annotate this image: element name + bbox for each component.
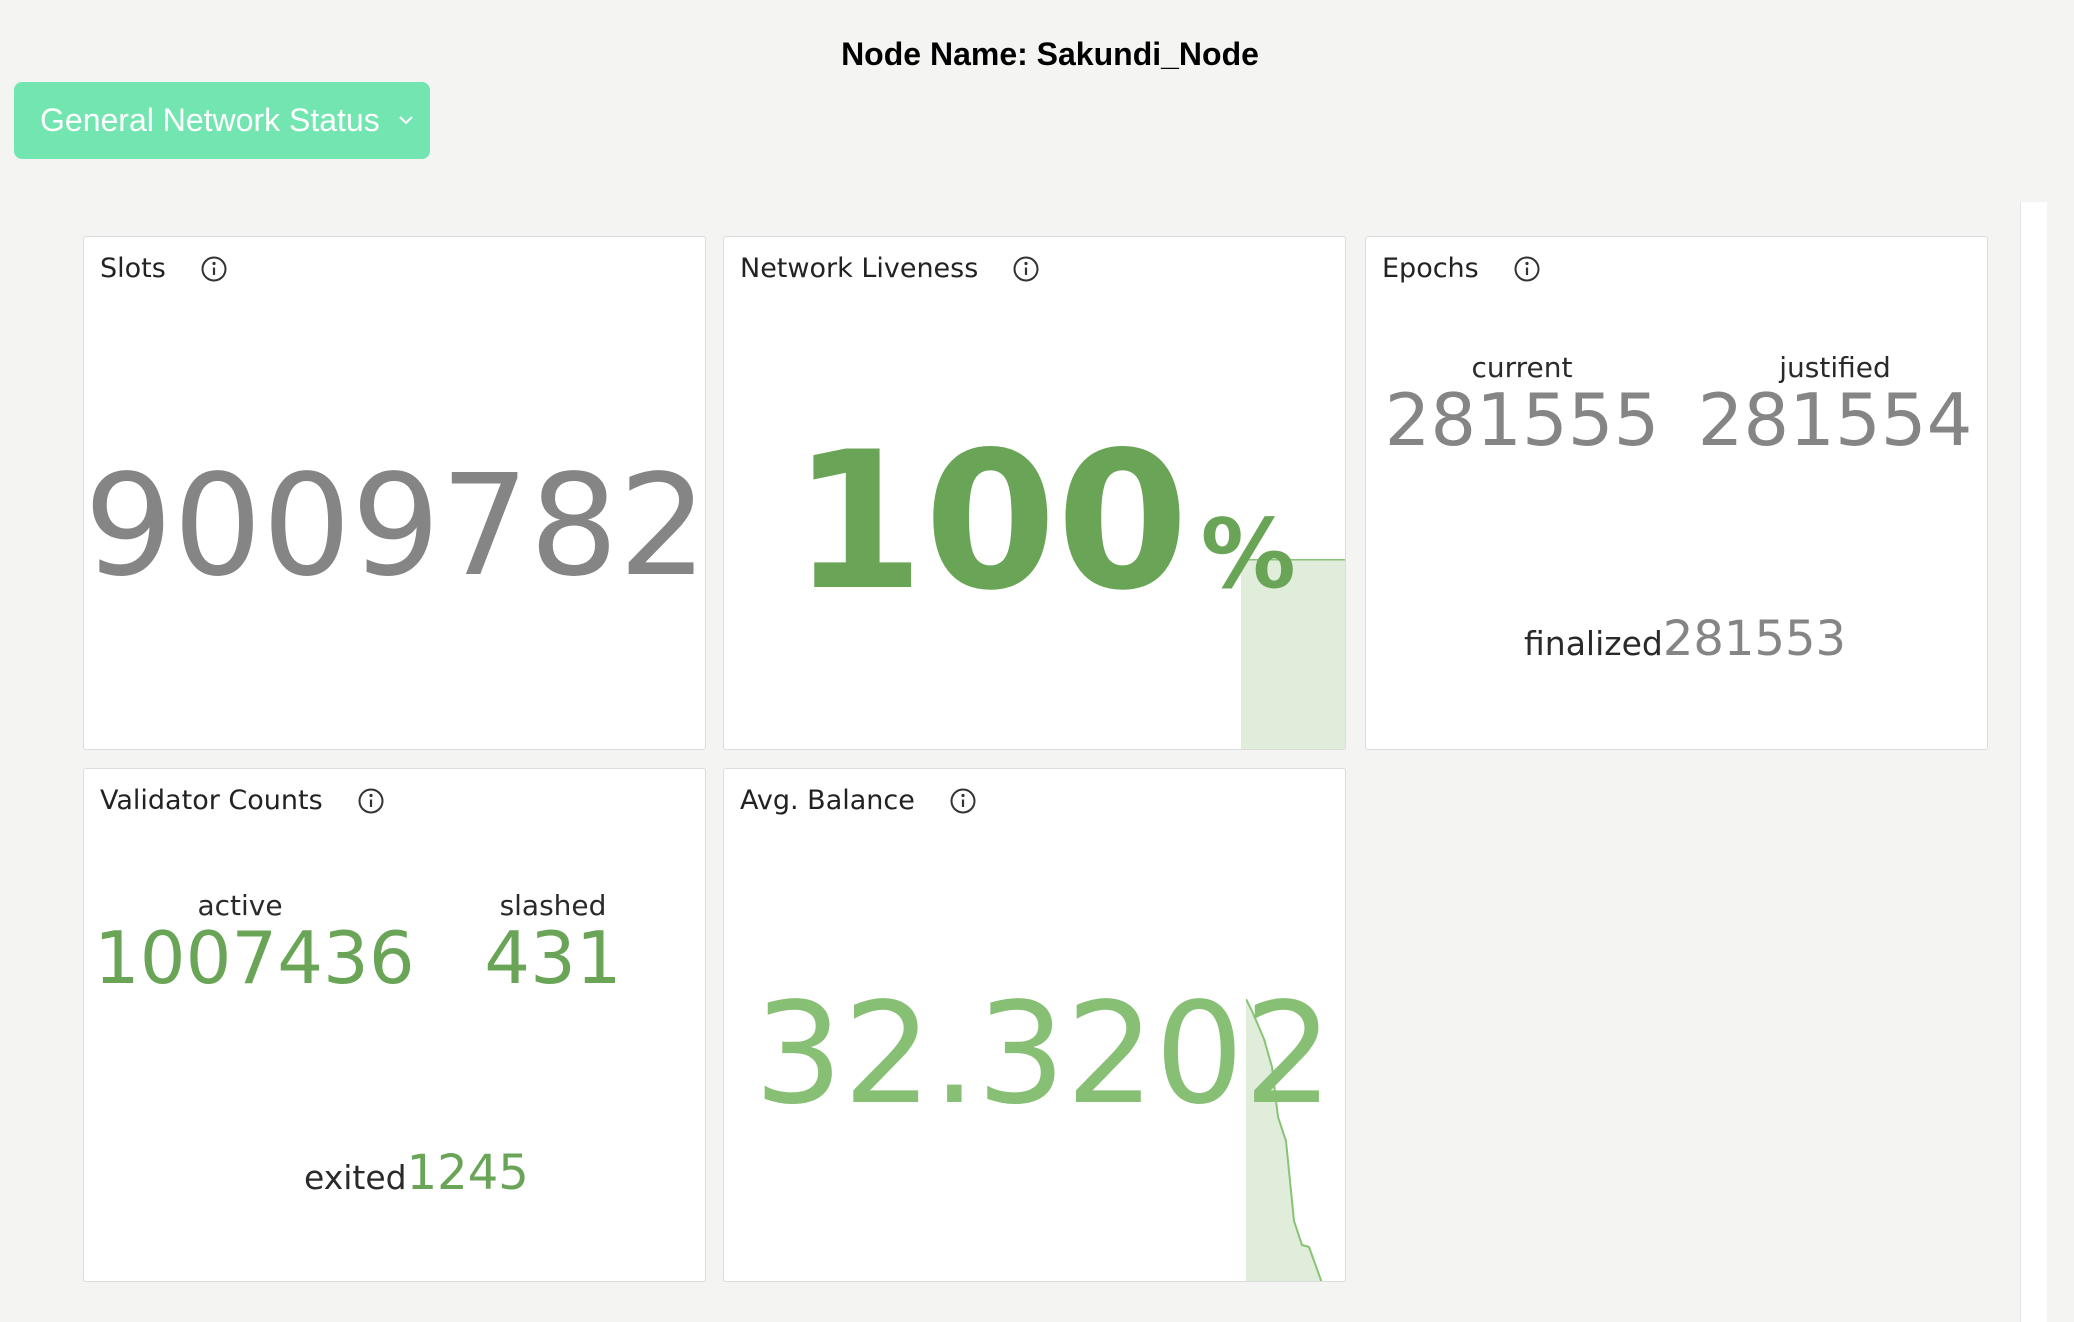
epochs-panel-title: Epochs <box>1382 253 1479 284</box>
liveness-panel: Network Liveness 100 % <box>723 236 1346 750</box>
scrollbar-track[interactable] <box>2020 202 2047 1322</box>
validators-active: active 1007436 <box>94 889 415 1000</box>
epoch-current-value: 281555 <box>1384 378 1660 462</box>
validator-counts-panel-header: Validator Counts <box>100 785 385 816</box>
epoch-finalized-label: finalized <box>1524 624 1663 663</box>
info-icon[interactable] <box>200 255 228 283</box>
node-name-title: Node Name: Sakundi_Node <box>841 36 1259 72</box>
dashboard-select-label: General Network Status <box>40 102 380 138</box>
validator-counts-panel: Validator Counts active 1007436 slashed … <box>83 768 706 1282</box>
info-icon[interactable] <box>357 787 385 815</box>
info-icon[interactable] <box>1513 255 1541 283</box>
avg-balance-panel: Avg. Balance 32.3202 <box>723 768 1346 1282</box>
slots-panel: Slots 9009782 <box>83 236 706 750</box>
avg-balance-value: 32.3202 <box>754 973 1333 1136</box>
liveness-panel-title: Network Liveness <box>740 253 979 284</box>
dashboard-select[interactable]: General Network Status <box>14 82 430 159</box>
slots-value: 9009782 <box>84 445 706 608</box>
liveness-value: 100 <box>792 411 1189 632</box>
epoch-finalized: finalized 281553 <box>1524 611 1846 667</box>
validators-exited: exited 1245 <box>304 1145 529 1201</box>
validators-slashed: slashed 431 <box>407 889 699 994</box>
validator-counts-panel-title: Validator Counts <box>100 785 323 816</box>
epoch-current: current 281555 <box>1376 351 1668 456</box>
epoch-justified: justified 281554 <box>1689 351 1981 456</box>
validators-exited-label: exited <box>304 1158 407 1197</box>
epoch-finalized-value: 281553 <box>1662 611 1847 667</box>
liveness-unit: % <box>1200 500 1296 610</box>
chevron-down-icon <box>399 116 413 125</box>
liveness-value-wrap: 100 % <box>792 427 1296 617</box>
liveness-panel-header: Network Liveness <box>740 253 1040 284</box>
info-icon[interactable] <box>949 787 977 815</box>
avg-balance-panel-header: Avg. Balance <box>740 785 977 816</box>
validators-slashed-value: 431 <box>484 916 622 1000</box>
slots-panel-header: Slots <box>100 253 228 284</box>
avg-balance-panel-title: Avg. Balance <box>740 785 915 816</box>
epochs-panel-header: Epochs <box>1382 253 1541 284</box>
slots-panel-title: Slots <box>100 253 166 284</box>
validators-exited-value: 1245 <box>406 1145 529 1201</box>
epoch-justified-value: 281554 <box>1697 378 1973 462</box>
validators-active-value: 1007436 <box>94 916 415 1000</box>
epochs-panel: Epochs current 281555 justified 281554 f… <box>1365 236 1988 750</box>
info-icon[interactable] <box>1012 255 1040 283</box>
